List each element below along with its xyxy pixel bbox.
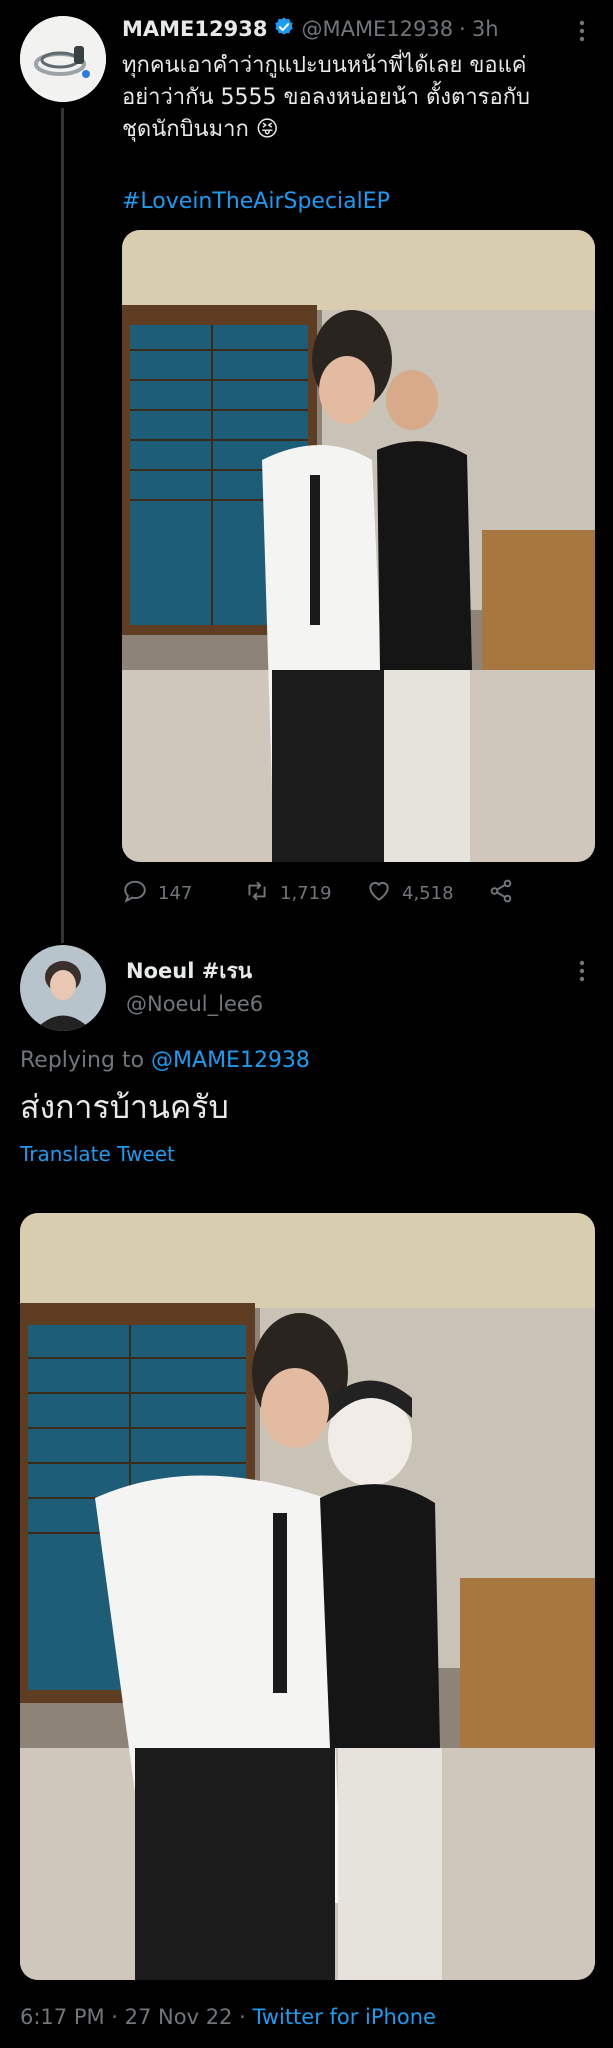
- tweet1-text-line2: อย่าว่ากัน 5555 ขอลงหน่อยน้า ตั้งตารอกับ: [122, 85, 530, 110]
- replying-to-handle[interactable]: @MAME12938: [151, 1048, 310, 1073]
- tweet2-footer: 6:17 PM · 27 Nov 22 · Twitter for iPhone: [20, 2005, 436, 2029]
- like-button[interactable]: 4,518: [366, 878, 454, 909]
- tweet1-text: ทุกคนเอาคำว่ากูแปะบนหน้าพี่ได้เลย ขอแค่ …: [122, 50, 592, 146]
- more-icon[interactable]: [572, 18, 592, 44]
- like-icon: [366, 878, 392, 909]
- tweet2-display-name[interactable]: Noeul #เรน: [126, 955, 252, 988]
- replying-prefix: Replying to: [20, 1048, 145, 1073]
- share-icon: [488, 878, 514, 909]
- like-count: 4,518: [402, 883, 454, 904]
- tweet1-hashtag[interactable]: #LoveinTheAirSpecialEP: [122, 186, 390, 218]
- reply-count: 147: [158, 883, 193, 904]
- retweet-icon: [244, 878, 270, 909]
- share-button[interactable]: [488, 878, 514, 909]
- mame-avatar[interactable]: [20, 16, 106, 102]
- tweet2-photo[interactable]: [20, 1213, 595, 1980]
- reply-icon: [122, 878, 148, 909]
- tweet2-more-icon[interactable]: [572, 958, 592, 984]
- retweet-count: 1,719: [280, 883, 332, 904]
- thread-line: [61, 108, 64, 943]
- tweet1-time[interactable]: 3h: [472, 17, 499, 41]
- tweet1-dot: ·: [459, 17, 466, 41]
- tweet2-source[interactable]: Twitter for iPhone: [252, 2005, 436, 2029]
- tweet1-display-name[interactable]: MAME12938: [122, 17, 267, 41]
- tweet1-header: MAME12938 @MAME12938 · 3h: [122, 14, 499, 44]
- tweet1-handle[interactable]: @MAME12938: [301, 17, 453, 41]
- reply-button[interactable]: 147: [122, 878, 192, 909]
- tweet1-actions: 147 1,719 4,518: [122, 878, 522, 912]
- tweet2-timestamp[interactable]: 6:17 PM · 27 Nov 22 ·: [20, 2005, 252, 2029]
- tweet2-handle[interactable]: @Noeul_lee6: [126, 992, 263, 1016]
- tweet2-text: ส่งการบ้านครับ: [20, 1088, 229, 1126]
- tweet1-text-line3: ชุดนักบินมาก 😝: [122, 117, 279, 142]
- noeul-avatar[interactable]: [20, 945, 106, 1031]
- tweet1-text-line1: ทุกคนเอาคำว่ากูแปะบนหน้าพี่ได้เลย ขอแค่: [122, 53, 527, 78]
- replying-to-line: Replying to @MAME12938: [20, 1048, 310, 1073]
- translate-tweet-link[interactable]: Translate Tweet: [20, 1142, 175, 1166]
- retweet-button[interactable]: 1,719: [244, 878, 332, 909]
- tweet1-photo[interactable]: [122, 230, 595, 862]
- verified-badge-icon: [273, 16, 295, 42]
